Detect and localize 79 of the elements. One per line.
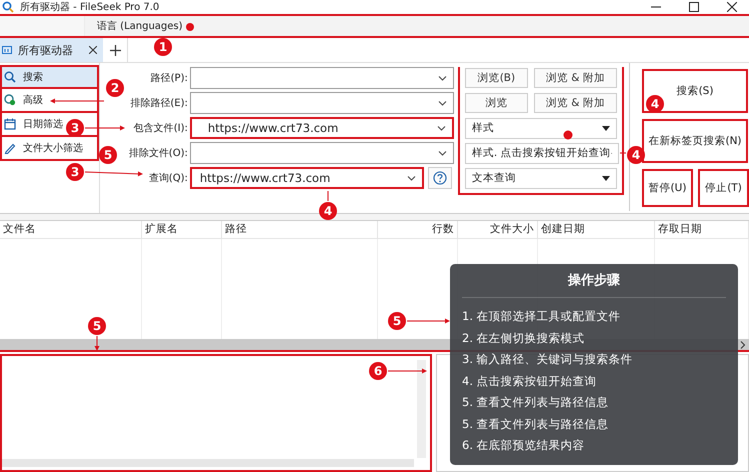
scrollbar[interactable]	[2, 459, 414, 467]
close-icon[interactable]	[727, 2, 737, 12]
arrow	[50, 98, 104, 104]
column-header[interactable]: 扩展名	[142, 221, 222, 238]
scrollbar[interactable]	[417, 360, 426, 458]
dropdown[interactable]: 样式. 点击搜索按钮开始查询	[464, 142, 619, 164]
step-badge: 5	[388, 312, 406, 330]
step-badge: 3	[66, 119, 84, 137]
combo-box[interactable]: https://www.crt73.com	[190, 117, 454, 139]
combo-box[interactable]	[190, 92, 454, 114]
chevron-icon	[438, 100, 447, 106]
guide-step: 5. 查看文件列表与路径信息	[462, 414, 726, 435]
field-label: 排除文件(O):	[128, 146, 188, 160]
guide-step: 5. 查看文件列表与路径信息	[462, 392, 726, 414]
arrow	[84, 171, 143, 176]
window-title: 所有驱动器 - FileSeek Pro 7.0	[20, 0, 160, 14]
step-badge: 5	[99, 146, 117, 164]
field-label: 查询(Q):	[148, 172, 188, 185]
column-header[interactable]: 文件名	[0, 221, 142, 238]
help-button[interactable]	[428, 167, 452, 189]
search-icon	[2, 1, 14, 13]
browse-button[interactable]: 浏览 & 附加	[534, 68, 617, 88]
guide-step: 4. 点击搜索按钮开始查询	[462, 370, 726, 392]
dropdown[interactable]: 样式	[464, 118, 617, 138]
field-label: 路径(P):	[150, 72, 188, 85]
step-badge: 3	[66, 163, 84, 181]
chevron-icon	[438, 75, 447, 81]
menu-item[interactable]: 语言 (Languages)	[97, 19, 183, 33]
dropdown-arrow-icon	[602, 126, 610, 130]
combo-box[interactable]	[190, 142, 454, 164]
step-badge: 4	[319, 202, 337, 220]
field-label: 排除路径(E):	[130, 96, 188, 110]
browse-button[interactable]: 浏览 & 附加	[534, 93, 617, 113]
arrow	[94, 336, 100, 351]
sidebar-item[interactable]: 高级	[0, 89, 99, 113]
guide-step: 3. 输入路径、关键词与搜索条件	[462, 349, 726, 370]
arrow	[84, 126, 125, 130]
guide-step: 2. 在左侧切换搜索模式	[462, 328, 726, 349]
close-icon[interactable]	[89, 46, 97, 54]
search-icon	[4, 71, 16, 83]
arrow	[406, 318, 450, 324]
step-badge: 1	[154, 38, 172, 56]
action-button[interactable]: 停止(T)	[698, 169, 749, 207]
dropdown-arrow-icon	[602, 176, 610, 180]
browse-button[interactable]: 浏览	[464, 93, 528, 113]
column-header[interactable]: 路径	[222, 221, 378, 238]
add-tab-icon[interactable]	[110, 44, 120, 56]
browse-button[interactable]: 浏览(B)	[464, 68, 528, 88]
guide-title: 操作步骤	[566, 272, 621, 290]
scroll-right-icon[interactable]	[740, 340, 746, 348]
field-label: 包含文件(I):	[134, 122, 188, 135]
step-badge: 2	[106, 79, 124, 97]
drive-icon	[2, 45, 12, 55]
guide-step: 1. 在顶部选择工具或配置文件	[462, 306, 726, 328]
column-header[interactable]: 创建日期	[538, 221, 655, 238]
column-header[interactable]: 行数	[378, 221, 458, 238]
column-header[interactable]: 存取日期	[655, 221, 749, 238]
help-icon	[432, 171, 447, 185]
column-header[interactable]: 文件大小	[458, 221, 538, 238]
step-badge: 5	[88, 317, 106, 335]
guide-step: 6. 在底部预览结果内容	[462, 435, 726, 456]
chevron-icon	[406, 175, 416, 181]
maximize-icon[interactable]	[689, 2, 699, 12]
sidebar-item[interactable]: 搜索	[0, 65, 99, 89]
step-badge: 4	[627, 146, 645, 164]
combo-box[interactable]	[190, 67, 454, 89]
chevron-icon	[438, 150, 447, 156]
tab[interactable]: 所有驱动器	[0, 38, 103, 62]
pencil-icon	[4, 142, 16, 154]
marker-dot	[564, 130, 572, 140]
calendar-icon	[4, 118, 16, 130]
chevron-icon	[436, 125, 446, 131]
action-button[interactable]: 暂停(U)	[642, 169, 693, 207]
action-button[interactable]: 在新标签页搜索(N)	[642, 119, 748, 163]
combo-box[interactable]: https://www.crt73.com	[190, 167, 424, 189]
dropdown[interactable]: 文本查询	[464, 168, 617, 188]
marker-dot	[186, 23, 194, 31]
sidebar-item[interactable]: 文件大小筛选	[0, 137, 99, 161]
arrow	[388, 368, 427, 374]
